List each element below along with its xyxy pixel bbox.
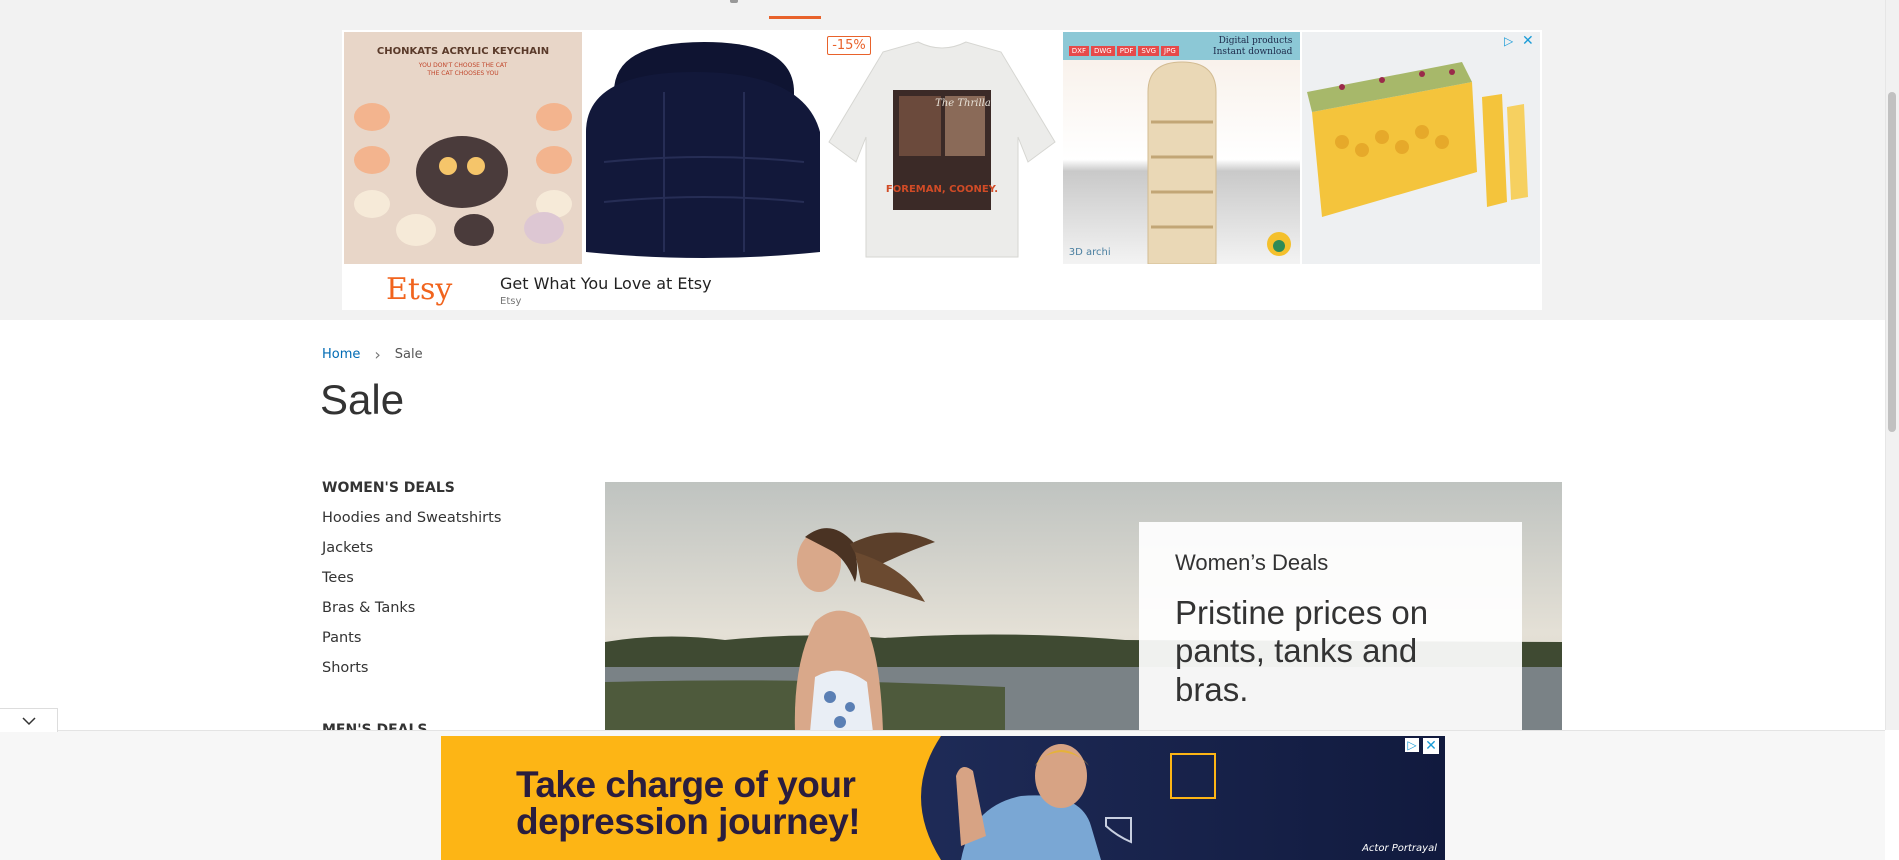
- page-title: Sale: [320, 376, 405, 423]
- depression-ad-banner[interactable]: Take charge of your depression journey! …: [441, 736, 1445, 860]
- tile1-sub1: YOU DON'T CHOOSE THE CAT: [418, 62, 508, 69]
- promo-card: Women’s Deals Pristine prices on pants, …: [1139, 522, 1522, 732]
- badge-jpg: JPG: [1161, 46, 1179, 56]
- women-deals-list: Hoodies and Sweatshirts Jackets Tees Bra…: [322, 510, 582, 690]
- tile1-title: CHONKATS ACRYLIC KEYCHAIN: [377, 46, 549, 57]
- etsy-ad-banner[interactable]: CHONKATS ACRYLIC KEYCHAIN YOU DON'T CHOO…: [342, 30, 1542, 310]
- bottom-ad-choices-icon[interactable]: ▷: [1405, 738, 1419, 752]
- actor-portrayal-note: Actor Portrayal: [1362, 843, 1437, 854]
- keychain-illustration: CHONKATS ACRYLIC KEYCHAIN YOU DON'T CHOO…: [344, 32, 582, 264]
- cushion-illustration: [583, 32, 822, 264]
- ad-tile-cushion[interactable]: [583, 32, 822, 264]
- breadcrumb-home[interactable]: Home: [322, 347, 360, 362]
- ad-sponsor: Etsy: [500, 296, 522, 307]
- page-scrollbar[interactable]: [1885, 0, 1899, 730]
- ad-close-icon[interactable]: ✕: [1522, 34, 1536, 48]
- ad-tile-shelf[interactable]: DXF DWG PDF SVG JPG Digital products Ins…: [1062, 32, 1301, 264]
- sidebar-item-shorts[interactable]: Shorts: [322, 660, 582, 690]
- badge-dwg: DWG: [1091, 46, 1115, 56]
- ad-tile-sweatshirt[interactable]: The Thrilla FOREMAN, COONEY. -15%: [823, 32, 1061, 264]
- promo-kicker: Women’s Deals: [1175, 550, 1329, 575]
- tile3-shirt-top: The Thrilla: [935, 98, 991, 109]
- ad-tile-keychain[interactable]: CHONKATS ACRYLIC KEYCHAIN YOU DON'T CHOO…: [344, 32, 582, 264]
- tile4-text1: Digital products: [1218, 36, 1293, 46]
- chevron-right-icon: ›: [374, 345, 381, 364]
- deals-sidebar: WOMEN'S DEALS Hoodies and Sweatshirts Ja…: [322, 480, 582, 738]
- ad-product-tiles: CHONKATS ACRYLIC KEYCHAIN YOU DON'T CHOO…: [344, 32, 1540, 264]
- women-deals-heading: WOMEN'S DEALS: [322, 480, 455, 496]
- scrollbar-thumb[interactable]: [1888, 92, 1896, 432]
- sidebar-item-jackets[interactable]: Jackets: [322, 540, 582, 570]
- bottom-ad-headline[interactable]: Take charge of your depression journey!: [516, 764, 861, 842]
- badge-dxf: DXF: [1068, 46, 1089, 56]
- sweatshirt-illustration: The Thrilla FOREMAN, COONEY.: [823, 32, 1061, 264]
- bottom-ad-line1: Take charge of your: [516, 764, 856, 805]
- bottom-ad-line2: depression journey!: [516, 801, 861, 842]
- tile3-shirt-main: FOREMAN, COONEY.: [886, 184, 998, 195]
- breadcrumb: Home › Sale: [322, 345, 423, 364]
- womens-deals-hero[interactable]: Women’s Deals Pristine prices on pants, …: [605, 482, 1562, 732]
- collapse-ad-button[interactable]: [0, 708, 58, 732]
- chevron-down-icon: [21, 716, 36, 725]
- ad-choices-icon[interactable]: ▷: [1504, 34, 1518, 48]
- etsy-logo: Etsy: [386, 272, 453, 307]
- tile4-brand: 3D archi: [1068, 247, 1111, 258]
- breadcrumb-current: Sale: [394, 347, 423, 362]
- format-badges: DXF DWG PDF SVG JPG: [1068, 46, 1179, 56]
- badge-pdf: PDF: [1116, 46, 1137, 56]
- sidebar-item-bras-tanks[interactable]: Bras & Tanks: [322, 600, 582, 630]
- sidebar-item-tees[interactable]: Tees: [322, 570, 582, 600]
- discount-badge: -15%: [827, 36, 871, 55]
- ad-tile-soap[interactable]: [1302, 32, 1540, 264]
- tile1-sub2: THE CAT CHOOSES YOU: [426, 70, 498, 77]
- badge-svg: SVG: [1138, 46, 1160, 56]
- promo-headline: Pristine prices on pants, tanks and bras…: [1175, 594, 1429, 708]
- shelf-illustration: [1062, 32, 1301, 264]
- tile4-text2: Instant download: [1213, 47, 1293, 57]
- soap-illustration: [1302, 32, 1540, 264]
- sidebar-item-hoodies[interactable]: Hoodies and Sweatshirts: [322, 510, 582, 540]
- nav-fragment: [730, 0, 738, 3]
- sidebar-item-pants[interactable]: Pants: [322, 630, 582, 660]
- bottom-ad-close-icon[interactable]: ✕: [1423, 738, 1439, 754]
- ad-footer[interactable]: Etsy Get What You Love at Etsy Etsy: [342, 266, 1542, 310]
- ad-headline[interactable]: Get What You Love at Etsy: [500, 274, 712, 293]
- nav-active-underline: [769, 16, 821, 19]
